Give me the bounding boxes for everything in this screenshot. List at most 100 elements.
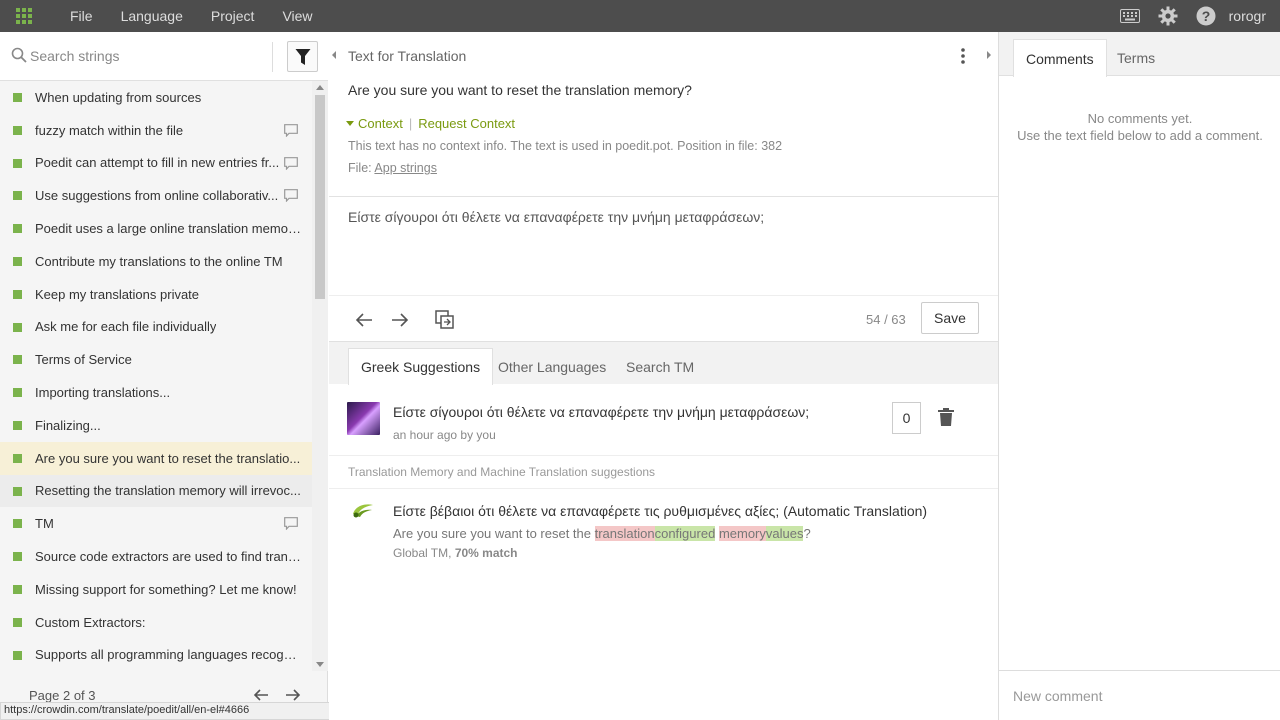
list-item[interactable]: Missing support for something? Let me kn…	[0, 573, 312, 606]
scroll-up-icon[interactable]	[316, 85, 324, 90]
copy-source-button[interactable]	[433, 308, 457, 332]
svg-text:?: ?	[1201, 8, 1210, 24]
list-item[interactable]: Ask me for each file individually	[0, 311, 312, 344]
list-item[interactable]: Poedit can attempt to fill in new entrie…	[0, 147, 312, 180]
file-link[interactable]: App strings	[374, 161, 437, 175]
comments-panel: Comments Terms No comments yet. Use the …	[998, 32, 1280, 720]
list-item[interactable]: Contribute my translations to the online…	[0, 245, 312, 278]
keyboard-icon[interactable]	[1111, 0, 1149, 32]
context-separator: |	[408, 116, 413, 131]
list-item[interactable]: Use suggestions from online collaborativ…	[0, 179, 312, 212]
list-item[interactable]: TM	[0, 507, 312, 540]
tm-source-name: Global TM,	[393, 546, 455, 560]
translated-status-icon	[13, 256, 22, 266]
no-comments-hint: Use the text field below to add a commen…	[1017, 128, 1263, 143]
translated-status-icon	[13, 453, 22, 463]
tm-source-diff: Are you sure you want to reset the trans…	[393, 526, 811, 541]
page-label: Page 2 of 3	[29, 688, 96, 703]
arrow-right-icon	[286, 689, 301, 701]
list-item-label: Keep my translations private	[35, 286, 200, 302]
suggestion-text[interactable]: Είστε σίγουροι ότι θέλετε να επαναφέρετε…	[393, 404, 809, 420]
translated-status-icon	[13, 355, 22, 365]
list-item[interactable]: Keep my translations private	[0, 278, 312, 311]
no-comments-message: No comments yet. Use the text field belo…	[999, 110, 1280, 144]
help-icon[interactable]: ?	[1187, 0, 1225, 32]
new-comment-input[interactable]	[1013, 685, 1263, 707]
scroll-thumb[interactable]	[315, 95, 325, 299]
menu-project[interactable]: Project	[197, 8, 269, 24]
next-string-button[interactable]	[388, 308, 412, 332]
gear-icon[interactable]	[1149, 0, 1187, 32]
tab-comments[interactable]: Comments	[1013, 39, 1107, 77]
list-item-label: Poedit can attempt to fill in new entrie…	[35, 155, 280, 171]
list-item-label: Supports all programming languages recog…	[35, 647, 301, 663]
arrow-left-icon	[355, 313, 372, 327]
list-item[interactable]: Terms of Service	[0, 343, 312, 376]
vote-count[interactable]: 0	[892, 402, 921, 434]
tm-match: 70% match	[454, 546, 518, 560]
list-item[interactable]: Finalizing...	[0, 409, 312, 442]
context-toggle-icon[interactable]	[346, 121, 354, 126]
tm-suggestion-text[interactable]: Είστε βέβαιοι ότι θέλετε να επαναφέρετε …	[393, 503, 927, 519]
scroll-down-icon[interactable]	[316, 662, 324, 667]
context-toggle[interactable]: Context	[358, 116, 403, 131]
list-item[interactable]: Resetting the translation memory will ir…	[0, 474, 312, 508]
diff-common: ?	[803, 526, 811, 541]
avatar	[347, 402, 380, 435]
tab-other-languages[interactable]: Other Languages	[486, 348, 618, 385]
trash-icon[interactable]	[938, 408, 954, 429]
menu-view[interactable]: View	[268, 8, 326, 24]
list-item[interactable]: Custom Extractors:	[0, 606, 312, 639]
translated-status-icon	[13, 322, 22, 332]
list-item[interactable]: Poedit uses a large online translation m…	[0, 212, 312, 245]
list-item[interactable]: When updating from sources	[0, 81, 312, 114]
tm-section-label: Translation Memory and Machine Translati…	[348, 465, 656, 479]
comment-icon	[284, 517, 298, 533]
search-separator	[272, 42, 273, 72]
list-item[interactable]: Importing translations...	[0, 376, 312, 409]
collapse-left-icon[interactable]	[332, 51, 336, 59]
tab-terms[interactable]: Terms	[1105, 39, 1167, 77]
arrow-left-icon	[253, 689, 268, 701]
comment-icon	[284, 156, 298, 173]
strings-panel: When updating from sources fuzzy match wi…	[0, 32, 328, 720]
list-item[interactable]: Are you sure you want to reset the trans…	[0, 441, 312, 475]
menu-file[interactable]: File	[56, 8, 107, 24]
save-button[interactable]: Save	[921, 302, 979, 334]
filter-button[interactable]	[287, 41, 318, 72]
list-item[interactable]: Supports all programming languages recog…	[0, 639, 312, 671]
tab-search-tm[interactable]: Search TM	[614, 348, 706, 385]
list-item[interactable]: Source code extractors are used to find …	[0, 540, 312, 573]
more-options-icon[interactable]	[958, 47, 968, 65]
list-item-label: Finalizing...	[35, 417, 101, 433]
tab-greek-suggestions[interactable]: Greek Suggestions	[348, 348, 494, 385]
translated-status-icon	[13, 158, 22, 168]
divider	[329, 488, 998, 489]
tm-meta: Global TM, 70% match	[393, 546, 518, 560]
translated-status-icon	[13, 388, 22, 398]
list-item-label: Missing support for something? Let me kn…	[35, 581, 297, 597]
translated-status-icon	[13, 486, 22, 496]
request-context-link[interactable]: Request Context	[418, 116, 515, 131]
list-scrollbar[interactable]	[312, 81, 328, 671]
list-item-label: Use suggestions from online collaborativ…	[35, 188, 279, 204]
apps-grid-icon[interactable]	[0, 0, 48, 32]
translated-status-icon	[13, 191, 22, 201]
list-item-label: Are you sure you want to reset the trans…	[35, 450, 301, 466]
collapse-right-icon[interactable]	[987, 51, 991, 59]
top-bar: File Language Project View ? rorogr	[0, 0, 1280, 32]
list-item[interactable]: fuzzy match within the file	[0, 114, 312, 147]
user-name[interactable]: rorogr	[1225, 8, 1280, 24]
diff-removed: memory	[718, 526, 766, 541]
menu-language[interactable]: Language	[107, 8, 197, 24]
search-input[interactable]	[30, 44, 268, 68]
copy-source-icon	[435, 310, 454, 329]
search-icon	[11, 47, 27, 66]
context-row: Context | Request Context	[346, 116, 515, 131]
source-header: Text for Translation	[348, 48, 467, 64]
list-item-label: Poedit uses a large online translation m…	[35, 221, 301, 237]
list-item-label: Custom Extractors:	[35, 614, 146, 630]
suggestion-meta: an hour ago by you	[393, 428, 496, 442]
translation-textarea[interactable]: Είστε σίγουροι ότι θέλετε να επαναφέρετε…	[348, 209, 764, 225]
prev-string-button[interactable]	[352, 308, 376, 332]
